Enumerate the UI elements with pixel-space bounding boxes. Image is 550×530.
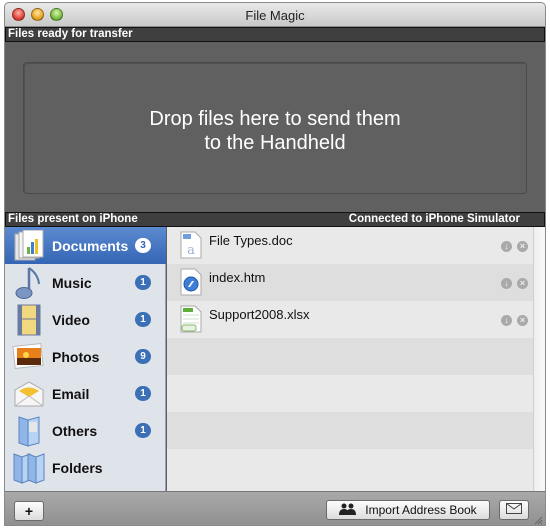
drop-instructions: Drop files here to send them to the Hand…: [149, 108, 401, 154]
contacts-icon: [339, 503, 357, 518]
device-header-label: Files present on iPhone: [8, 213, 138, 225]
empty-row: [167, 412, 533, 449]
category-sidebar: Documents 3 Music 1 Video 1 Photos 9 Ema…: [5, 227, 166, 491]
import-address-book-label: Import Address Book: [365, 503, 477, 517]
count-badge: 9: [135, 349, 151, 364]
svg-text:a: a: [187, 243, 195, 258]
import-address-book-button[interactable]: Import Address Book: [326, 500, 490, 520]
html-file-icon: [180, 268, 202, 296]
sidebar-item-documents[interactable]: Documents 3: [5, 227, 166, 264]
film-strip-icon: [9, 303, 49, 337]
download-icon[interactable]: ↓: [501, 241, 512, 252]
envelope-icon: [506, 503, 522, 517]
app-window: File Magic Files ready for transfer Drop…: [4, 2, 546, 526]
count-badge: 1: [135, 275, 151, 290]
transfer-header-label: Files ready for transfer: [8, 28, 133, 40]
drop-area: Drop files here to send them to the Hand…: [5, 42, 545, 212]
sidebar-item-label: Video: [52, 311, 90, 328]
sidebar-item-label: Others: [52, 422, 98, 439]
music-note-icon: [9, 266, 49, 300]
empty-row: [167, 375, 533, 412]
photo-icon: [9, 340, 49, 374]
transfer-header: Files ready for transfer: [5, 27, 545, 42]
count-badge: 3: [135, 238, 151, 253]
file-row[interactable]: a File Types.doc ↓ ×: [167, 227, 533, 264]
send-mail-button[interactable]: [499, 500, 529, 520]
download-icon[interactable]: ↓: [501, 315, 512, 326]
file-name: File Types.doc: [209, 233, 293, 248]
count-badge: 1: [135, 423, 151, 438]
sidebar-item-photos[interactable]: Photos 9: [5, 338, 166, 375]
folders-icon: [9, 451, 49, 485]
documents-icon: [9, 229, 49, 263]
remove-icon[interactable]: ×: [517, 241, 528, 252]
xlsx-file-icon: [180, 305, 202, 333]
add-button[interactable]: +: [14, 501, 44, 521]
sidebar-item-label: Music: [52, 274, 92, 291]
file-row[interactable]: index.htm ↓ ×: [167, 264, 533, 301]
remove-icon[interactable]: ×: [517, 315, 528, 326]
file-row[interactable]: Support2008.xlsx ↓ ×: [167, 301, 533, 338]
resize-grip-icon[interactable]: [533, 515, 543, 525]
sidebar-item-video[interactable]: Video 1: [5, 301, 166, 338]
drop-zone[interactable]: Drop files here to send them to the Hand…: [23, 62, 527, 194]
sidebar-item-label: Email: [52, 385, 90, 402]
connection-status: Connected to iPhone Simulator: [348, 213, 520, 225]
file-name: index.htm: [209, 270, 266, 285]
sidebar-item-music[interactable]: Music 1: [5, 264, 166, 301]
sidebar-item-label: Folders: [52, 459, 103, 476]
count-badge: 1: [135, 386, 151, 401]
sidebar-item-folders[interactable]: Folders: [5, 449, 166, 486]
count-badge: 1: [135, 312, 151, 327]
file-list: a File Types.doc ↓ × index.htm ↓ × Suppo…: [167, 227, 533, 491]
envelope-icon: [9, 377, 49, 411]
title-bar: File Magic: [5, 3, 545, 27]
sidebar-item-label: Documents: [52, 237, 129, 254]
sidebar-item-others[interactable]: Others 1: [5, 412, 166, 449]
file-list-scrollbar[interactable]: [533, 227, 545, 491]
device-header: Files present on iPhone Connected to iPh…: [5, 212, 545, 227]
sidebar-item-label: Photos: [52, 348, 100, 365]
remove-icon[interactable]: ×: [517, 278, 528, 289]
file-name: Support2008.xlsx: [209, 307, 310, 322]
download-icon[interactable]: ↓: [501, 278, 512, 289]
folder-icon: [9, 414, 49, 448]
doc-file-icon: a: [180, 231, 202, 259]
window-title: File Magic: [245, 8, 305, 23]
sidebar-item-email[interactable]: Email 1: [5, 375, 166, 412]
bottom-toolbar: + Import Address Book: [5, 491, 545, 525]
empty-row: [167, 449, 533, 491]
empty-row: [167, 338, 533, 375]
